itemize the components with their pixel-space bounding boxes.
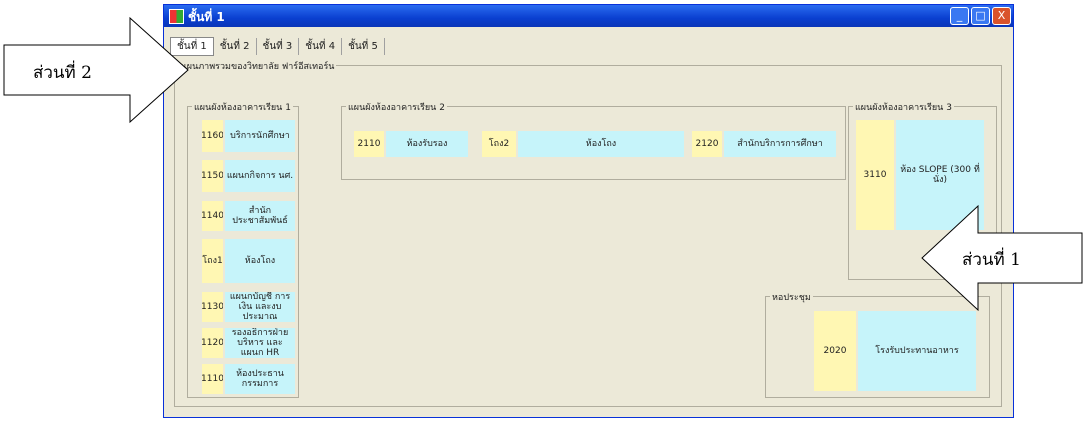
callout-label-part-1: ส่วนที่ 1 <box>962 250 1021 270</box>
room-number[interactable]: 1120 <box>202 328 223 358</box>
room-number[interactable]: โถง2 <box>482 131 516 157</box>
room-button[interactable]: แผนกกิจการ นศ. <box>225 160 295 192</box>
building-1-label: แผนผังห้องอาคารเรียน 1 <box>192 100 293 114</box>
window-title: ชั้นที่ 1 <box>188 10 225 24</box>
room-number[interactable]: 1130 <box>202 292 223 322</box>
maximize-button[interactable]: □ <box>971 7 990 25</box>
callout-arrow-right <box>3 16 189 124</box>
hall-label: หอประชุม <box>770 290 813 304</box>
room-number[interactable]: 1160 <box>202 120 223 152</box>
tab-floor-2[interactable]: ชั้นที่ 2 <box>214 38 257 55</box>
room-number[interactable]: 1140 <box>202 201 223 231</box>
room-number[interactable]: 2020 <box>814 311 856 391</box>
campus-overview-panel: แผนภาพรวมของวิทยาลัย ฟาร์อีสเทอร์น แผนผั… <box>174 59 1002 407</box>
panel-label: แผนภาพรวมของวิทยาลัย ฟาร์อีสเทอร์น <box>179 59 337 73</box>
room-button[interactable]: สำนักประชาสัมพันธ์ <box>225 201 295 231</box>
floor-tabs: ชั้นที่ 1 ชั้นที่ 2 ชั้นที่ 3 ชั้นที่ 4 ชั้น… <box>170 37 385 56</box>
tab-floor-4[interactable]: ชั้นที่ 4 <box>299 38 343 55</box>
callout-label-part-2: ส่วนที่ 2 <box>33 63 92 83</box>
building-3-label: แผนผังห้องอาคารเรียน 3 <box>853 100 954 114</box>
room-button[interactable]: โรงรับประทานอาหาร <box>858 311 976 391</box>
building-2-label: แผนผังห้องอาคารเรียน 2 <box>346 100 447 114</box>
title-bar[interactable]: ชั้นที่ 1 _ □ X <box>164 5 1013 27</box>
minimize-button[interactable]: _ <box>950 7 969 25</box>
room-button[interactable]: สำนักบริการการศึกษา <box>724 131 836 157</box>
room-button[interactable]: ห้องโถง <box>518 131 684 157</box>
room-button[interactable]: ห้องประธานกรรมการ <box>225 364 295 394</box>
building-1-group: แผนผังห้องอาคารเรียน 1 1160 บริการนักศึก… <box>187 100 299 398</box>
room-number[interactable]: 1110 <box>202 364 223 394</box>
room-number[interactable]: 2120 <box>692 131 722 157</box>
room-button[interactable]: แผนกบัญชี การเงิน และงบประมาณ <box>225 292 295 322</box>
tab-floor-5[interactable]: ชั้นที่ 5 <box>342 38 385 55</box>
building-2-group: แผนผังห้องอาคารเรียน 2 2110 ห้องรับรอง โ… <box>341 100 846 180</box>
room-button[interactable]: บริการนักศึกษา <box>225 120 295 152</box>
room-number[interactable]: 3110 <box>856 120 894 230</box>
room-number[interactable]: 1150 <box>202 160 223 192</box>
room-button[interactable]: ห้องรับรอง <box>386 131 468 157</box>
room-button[interactable]: รองอธิการฝ่ายบริหาร และ แผนก HR <box>225 328 295 358</box>
app-window: ชั้นที่ 1 _ □ X ชั้นที่ 1 ชั้นที่ 2 ชั้นที… <box>163 4 1014 418</box>
room-number[interactable]: 2110 <box>354 131 384 157</box>
room-number[interactable]: โถง1 <box>202 239 223 283</box>
tab-floor-3[interactable]: ชั้นที่ 3 <box>257 38 300 55</box>
room-button[interactable]: ห้องโถง <box>225 239 295 283</box>
close-button[interactable]: X <box>992 7 1011 25</box>
